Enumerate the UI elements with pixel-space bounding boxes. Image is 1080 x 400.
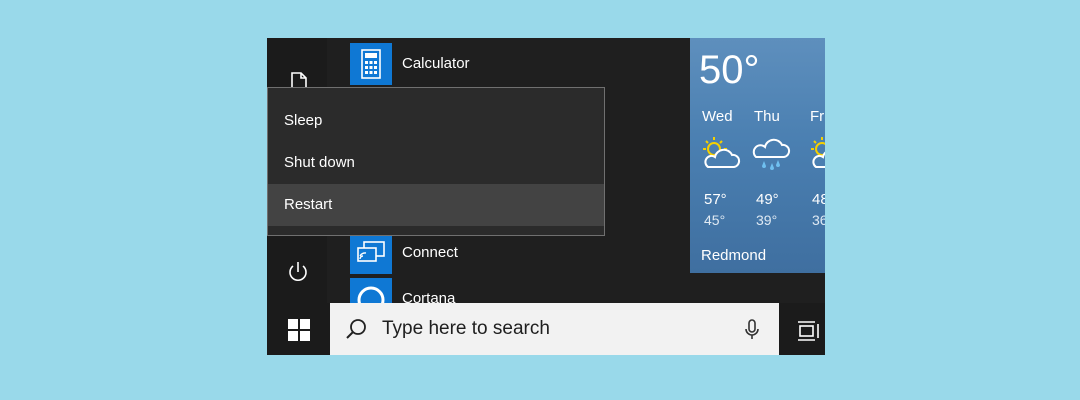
search-icon bbox=[346, 319, 366, 339]
low-temp: 39° bbox=[756, 212, 778, 228]
app-label: Connect bbox=[402, 244, 458, 261]
power-icon[interactable] bbox=[285, 259, 311, 285]
high-temp: 48° bbox=[812, 191, 825, 208]
weather-location: Redmond bbox=[701, 247, 767, 264]
current-temperature: 50° bbox=[699, 48, 760, 92]
high-temp: 49° bbox=[756, 191, 779, 208]
app-calculator[interactable]: Calculator bbox=[350, 43, 570, 85]
taskbar bbox=[267, 303, 825, 355]
rain-icon bbox=[752, 138, 791, 170]
restart-menu-item[interactable]: Restart bbox=[268, 184, 604, 226]
search-box[interactable] bbox=[330, 303, 779, 355]
day-name: Wed bbox=[702, 108, 733, 125]
day-name: Fri bbox=[810, 108, 825, 125]
task-view-icon[interactable] bbox=[797, 320, 821, 342]
weather-tile[interactable]: 50° Wed 57° 45° Thu 49° 39° Fr 48 36 Red… bbox=[690, 38, 825, 273]
shut-down-menu-item[interactable]: Shut down bbox=[268, 142, 604, 184]
app-label: Calculator bbox=[402, 55, 470, 72]
search-input[interactable] bbox=[382, 303, 722, 355]
power-menu: Sleep Shut down Restart bbox=[267, 87, 605, 236]
low-temp: 36° bbox=[812, 212, 825, 228]
high-temp: 57° bbox=[704, 191, 727, 208]
sleep-menu-item[interactable]: Sleep bbox=[268, 100, 604, 142]
windows-logo-icon[interactable] bbox=[288, 319, 310, 341]
day-name: Thu bbox=[754, 108, 780, 125]
microphone-icon[interactable] bbox=[742, 318, 762, 342]
low-temp: 45° bbox=[704, 212, 726, 228]
start-menu-screen: Calculator Connect Cortana 50° Wed 57° 4… bbox=[267, 38, 825, 355]
partly-sunny-icon bbox=[811, 137, 825, 168]
calculator-icon bbox=[350, 43, 392, 85]
connect-icon bbox=[350, 232, 392, 274]
partly-sunny-icon bbox=[703, 137, 741, 168]
app-connect[interactable]: Connect bbox=[350, 232, 570, 274]
